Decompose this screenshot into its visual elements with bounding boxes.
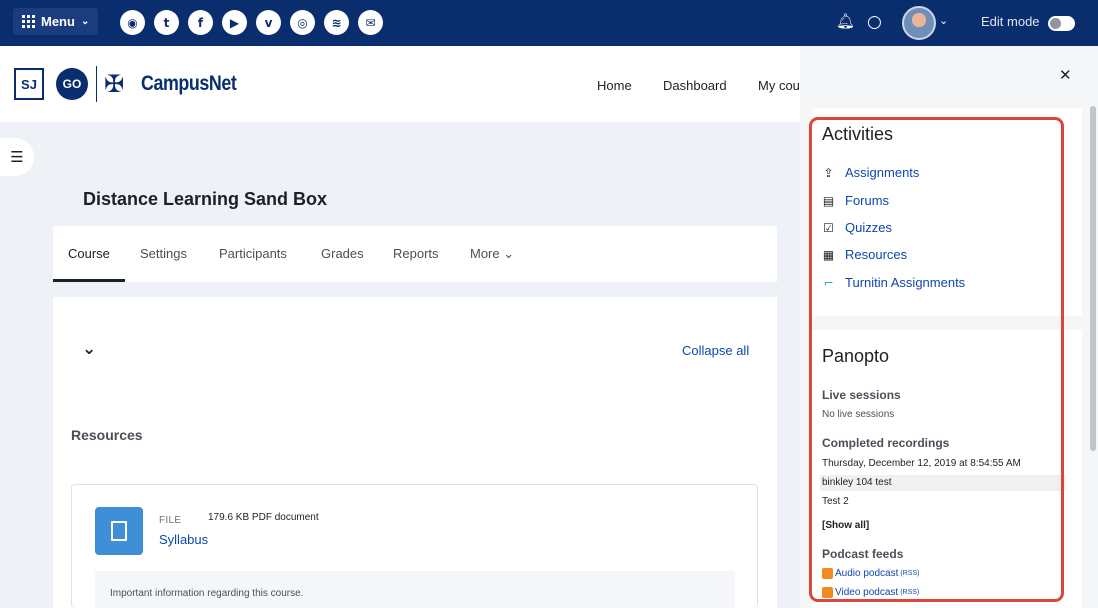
activity-link-turnitin[interactable]: ⌐ Turnitin Assignments bbox=[822, 275, 965, 290]
quiz-icon: ☑ bbox=[823, 220, 834, 235]
live-sessions-text: No live sessions bbox=[822, 409, 895, 420]
active-tab-indicator bbox=[53, 279, 125, 282]
panopto-block-title: Panopto bbox=[822, 346, 890, 366]
menu-button-label: Menu bbox=[41, 14, 75, 29]
messages-icon[interactable]: ○ bbox=[867, 12, 882, 32]
live-sessions-heading: Live sessions bbox=[822, 388, 901, 402]
recording-link[interactable]: Thursday, December 12, 2019 at 8:54:55 A… bbox=[822, 458, 1021, 469]
site-header: SJ GO ✠ CampusNet Home Dashboard My cou bbox=[0, 46, 800, 122]
sj-logo[interactable]: SJ bbox=[14, 68, 44, 100]
forum-icon: ▤ bbox=[822, 193, 835, 208]
go-logo[interactable]: GO bbox=[56, 68, 88, 100]
nav-dashboard[interactable]: Dashboard bbox=[663, 78, 727, 93]
instagram-icon[interactable]: ◎ bbox=[290, 10, 315, 35]
drawer-scrollbar[interactable] bbox=[1090, 106, 1096, 451]
course-index-toggle[interactable]: ☰ bbox=[0, 138, 34, 176]
nav-my-courses[interactable]: My cou bbox=[758, 78, 800, 93]
activity-link-forums[interactable]: ▤ Forums bbox=[822, 193, 889, 208]
activities-block-title: Activities bbox=[822, 124, 894, 144]
course-content: ⌄ Collapse all Resources FILE 179.6 KB P… bbox=[53, 297, 777, 608]
activity-link-resources[interactable]: ▦ Resources bbox=[822, 247, 907, 262]
rss-icon bbox=[822, 587, 833, 598]
facebook-icon[interactable]: f bbox=[188, 10, 213, 35]
show-all-link[interactable]: [Show all] bbox=[822, 520, 869, 531]
activity-link-quizzes[interactable]: ☑ Quizzes bbox=[822, 220, 892, 235]
list-icon: ☰ bbox=[10, 148, 24, 166]
menu-button[interactable]: Menu ⌄ bbox=[13, 8, 99, 35]
chevron-down-icon: ⌄ bbox=[80, 16, 90, 27]
edit-mode-label: Edit mode bbox=[981, 14, 1040, 29]
activity-link-label: Forums bbox=[845, 193, 890, 208]
panopto-block: Panopto Live sessions No live sessions C… bbox=[812, 330, 1082, 608]
tab-course[interactable]: Course bbox=[68, 246, 110, 261]
drawer-header: ✕ bbox=[800, 46, 1098, 108]
resource-icon: ▦ bbox=[822, 247, 835, 262]
activity-description: Important information regarding this cou… bbox=[95, 571, 735, 608]
tab-participants[interactable]: Participants bbox=[219, 246, 287, 261]
activity-link-label: Turnitin Assignments bbox=[845, 275, 966, 290]
recording-link[interactable]: binkley 104 test bbox=[822, 477, 892, 488]
assignment-icon: ⇪ bbox=[823, 165, 834, 180]
collapse-all-link[interactable]: Collapse all bbox=[682, 343, 749, 358]
podcast-feeds-heading: Podcast feeds bbox=[822, 547, 904, 561]
twitter-icon[interactable]: t bbox=[154, 10, 179, 35]
tab-settings[interactable]: Settings bbox=[140, 246, 187, 261]
video-podcast-link[interactable]: Video podcast (RSS) bbox=[822, 587, 919, 598]
top-navbar: Menu ⌄ ◉ t f ▶ v ◎ ≋ ✉ 🔔︎ ○ ⌄ Edit mode bbox=[0, 0, 1098, 46]
activity-link-label: Quizzes bbox=[845, 220, 892, 235]
turnitin-icon: ⌐ bbox=[823, 275, 834, 290]
file-icon[interactable] bbox=[95, 507, 143, 555]
podcast-label: Video podcast bbox=[835, 587, 899, 598]
recording-link[interactable]: Test 2 bbox=[822, 496, 849, 507]
globe-icon[interactable]: ◉ bbox=[120, 10, 145, 35]
rss-suffix: (RSS) bbox=[900, 570, 920, 577]
file-details: 179.6 KB PDF document bbox=[208, 512, 319, 523]
activity-item: FILE 179.6 KB PDF document Syllabus Impo… bbox=[71, 484, 758, 608]
rss-icon bbox=[822, 568, 833, 579]
rss-suffix: (RSS) bbox=[900, 589, 920, 596]
nav-home[interactable]: Home bbox=[597, 78, 632, 93]
section-title[interactable]: Resources bbox=[71, 427, 143, 443]
chevron-down-icon[interactable]: ⌄ bbox=[82, 339, 96, 359]
activity-link-label: Resources bbox=[845, 247, 908, 262]
tab-grades[interactable]: Grades bbox=[321, 246, 364, 261]
youtube-icon[interactable]: ▶ bbox=[222, 10, 247, 35]
activities-block: Activities ⇪ Assignments ▤ Forums ☑ Quiz… bbox=[812, 108, 1082, 316]
cross-logo-icon: ✠ bbox=[104, 70, 125, 98]
tab-more[interactable]: More ⌄ bbox=[470, 246, 514, 262]
tab-reports[interactable]: Reports bbox=[393, 246, 439, 261]
vimeo-icon[interactable]: v bbox=[256, 10, 281, 35]
close-icon[interactable]: ✕ bbox=[1059, 66, 1072, 84]
email-icon[interactable]: ✉ bbox=[358, 10, 383, 35]
logo-divider bbox=[96, 66, 97, 102]
rss-icon[interactable]: ≋ bbox=[324, 10, 349, 35]
activity-link-label: Assignments bbox=[845, 165, 920, 180]
edit-mode-toggle[interactable] bbox=[1048, 16, 1075, 31]
grid-icon bbox=[22, 15, 35, 28]
activity-type-label: FILE bbox=[159, 515, 182, 526]
chevron-down-icon[interactable]: ⌄ bbox=[939, 14, 948, 27]
audio-podcast-link[interactable]: Audio podcast (RSS) bbox=[822, 568, 919, 579]
activity-name-link[interactable]: Syllabus bbox=[159, 532, 208, 547]
page-title: Distance Learning Sand Box bbox=[83, 189, 328, 209]
podcast-label: Audio podcast bbox=[835, 568, 899, 579]
activity-link-assignments[interactable]: ⇪ Assignments bbox=[822, 165, 919, 180]
course-secondary-nav: Course Settings Participants Grades Repo… bbox=[53, 226, 777, 282]
notification-bell-icon[interactable]: 🔔︎ bbox=[836, 12, 855, 30]
user-avatar[interactable] bbox=[902, 6, 936, 40]
site-logo-text[interactable]: CampusNet bbox=[141, 72, 237, 96]
block-drawer: ✕ Activities ⇪ Assignments ▤ Forums ☑ Qu… bbox=[800, 46, 1098, 608]
completed-recordings-heading: Completed recordings bbox=[822, 436, 950, 450]
